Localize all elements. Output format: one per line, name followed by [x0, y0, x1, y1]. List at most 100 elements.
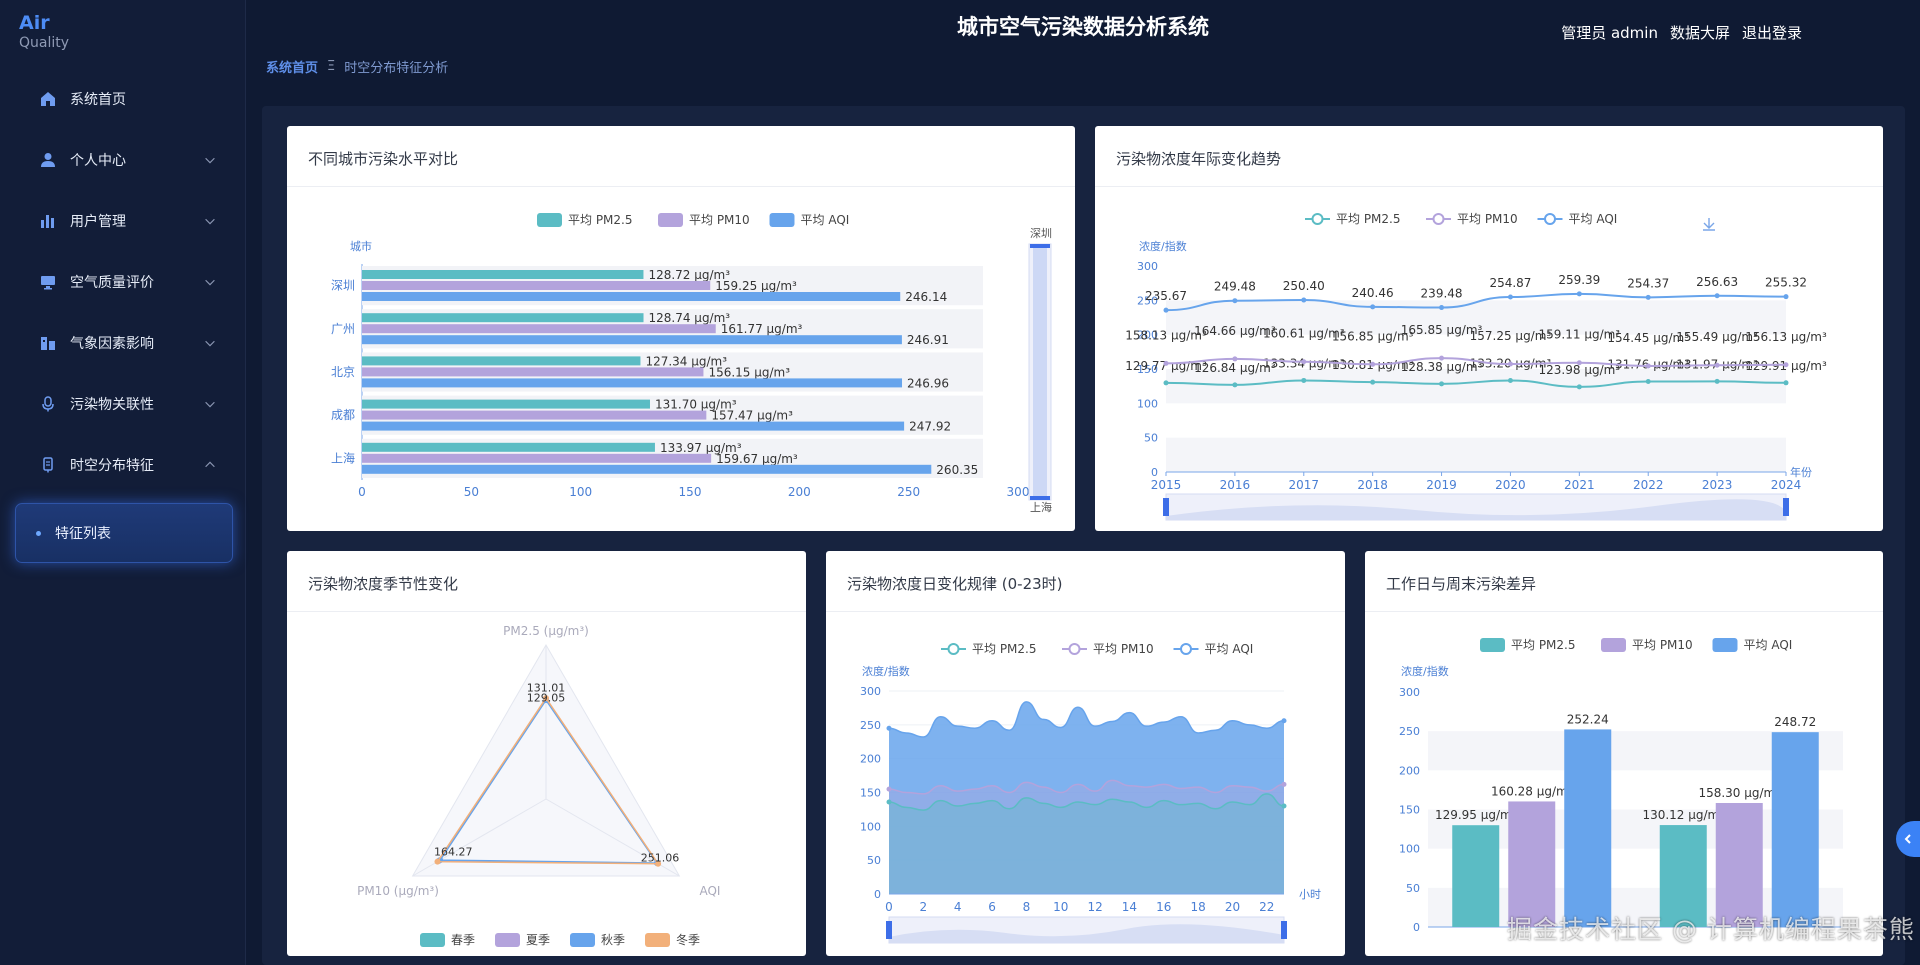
card-city-comparison: 不同城市污染水平对比 平均 PM2.5 平均 PM10 平均 AQI 城市 0 50 100…	[287, 126, 1075, 531]
radar-indicator: PM10 (μg/m³)	[357, 884, 439, 898]
bar-2	[362, 464, 932, 474]
bar-label: 129.95 μg/m³	[1435, 808, 1517, 822]
y-axis-name: 浓度/指数	[1139, 239, 1187, 253]
dashboard-link[interactable]: 数据大屏	[1670, 22, 1730, 43]
legend-label: 平均 AQI	[1569, 212, 1618, 226]
card-yearly-trend: 污染物浓度年际变化趋势 平均 PM2.5 平均 PM10 平均 AQI 浓度/指数 0 5…	[1095, 126, 1883, 531]
building-icon	[39, 334, 57, 352]
x-tick-label: 2020	[1495, 478, 1526, 492]
watermark: 掘金技术社区 @ 计算机编程果茶熊	[1507, 915, 1915, 944]
sidebar-item-0[interactable]: 系统首页	[0, 68, 246, 129]
legend-swatch	[658, 213, 683, 227]
radar-point	[434, 858, 441, 865]
data-point-0	[1232, 382, 1238, 388]
bar-label: 246.91	[907, 333, 949, 347]
sidebar-item-6[interactable]: 时空分布特征	[0, 434, 246, 495]
data-point-0	[1370, 379, 1376, 385]
card-hourly: 污染物浓度日变化规律 (0-23时) 平均 PM2.5 平均 PM10 平均 AQI…	[826, 551, 1345, 956]
data-point-0	[1714, 378, 1720, 384]
legend-label: 平均 AQI	[1744, 638, 1793, 652]
y-tick-label: 50	[1406, 882, 1420, 895]
bar-0	[1452, 825, 1500, 927]
legend-swatch	[1712, 638, 1738, 652]
breadcrumb-separator: Ξ	[327, 59, 336, 74]
bar-label: 260.35	[936, 463, 978, 477]
sidebar-item-label: 污染物关联性	[70, 396, 154, 413]
bar-label: 252.24	[1567, 712, 1609, 726]
data-point-0	[1301, 377, 1307, 383]
sidebar-item-label: 个人中心	[70, 152, 126, 169]
bar-label: 248.72	[1774, 715, 1816, 729]
y-tick-label: 300	[860, 685, 881, 698]
submenu-label: 特征列表	[55, 526, 111, 542]
x-tick-label: 14	[1122, 900, 1137, 914]
sidebar-menu: 系统首页个人中心用户管理空气质量评价气象因素影响污染物关联性时空分布特征	[0, 68, 246, 495]
bar-label: 160.28 μg/m³	[1491, 784, 1573, 798]
bar-chart-icon	[39, 212, 57, 230]
legend-label: 平均 PM10	[689, 213, 750, 227]
data-label-2: 255.32	[1765, 276, 1807, 290]
header: 城市空气污染数据分析系统 管理员 admin 数据大屏 退出登录	[246, 0, 1920, 50]
sidebar-item-4[interactable]: 气象因素影响	[0, 312, 246, 373]
sidebar-item-2[interactable]: 用户管理	[0, 190, 246, 251]
legend-label: 平均 PM2.5	[568, 213, 633, 227]
app-logo[interactable]: Air Quality	[19, 12, 69, 51]
area-end-point	[1281, 718, 1287, 724]
x-tick-label: 200	[788, 485, 811, 499]
logo-air: Air	[19, 12, 50, 34]
yearly-line-chart: 平均 PM2.5 平均 PM10 平均 AQI浓度/指数05010015020025…	[1125, 212, 1827, 521]
card-weekday: 工作日与周末污染差异 平均 PM2.5 平均 PM10 平均 AQI 浓度/指数 0 50…	[1365, 551, 1883, 956]
zoom-fill	[1033, 244, 1047, 500]
data-point-2	[1645, 294, 1651, 300]
bar-0	[362, 313, 644, 323]
legend-swatch	[570, 933, 595, 947]
x-tick-label: 2022	[1633, 478, 1664, 492]
header-links: 管理员 admin 数据大屏 退出登录	[1561, 22, 1802, 43]
legend-label: 冬季	[676, 932, 700, 947]
area-end-point	[1281, 781, 1287, 787]
legend-label: 平均 PM10	[1632, 638, 1693, 652]
bar-1	[362, 324, 716, 334]
sidebar-item-3[interactable]: 空气质量评价	[0, 251, 246, 312]
y-tick-label: 150	[860, 787, 881, 800]
sidebar-subitem-feature-list[interactable]: 特征列表	[15, 503, 233, 563]
bar-1	[1508, 801, 1556, 927]
x-tick-label: 2015	[1151, 478, 1182, 492]
x-tick-label: 4	[954, 900, 962, 914]
x-tick-label: 150	[679, 485, 702, 499]
legend-label: 平均 PM2.5	[972, 642, 1037, 656]
data-point-2	[1439, 305, 1445, 311]
zoom-label-start: 深圳	[1030, 227, 1052, 240]
legend-label: 春季	[451, 933, 475, 947]
device-icon	[39, 456, 57, 474]
bar-1	[1715, 802, 1763, 927]
legend-swatch	[1480, 638, 1505, 652]
bar-label: 159.67 μg/m³	[716, 452, 798, 466]
y-tick-label: 300	[1137, 260, 1158, 273]
bar-label: 158.30 μg/m³	[1698, 786, 1780, 800]
data-point-2	[1232, 298, 1238, 304]
sidebar-item-label: 空气质量评价	[70, 274, 154, 291]
bar-0	[362, 399, 650, 409]
bar-2	[362, 292, 901, 301]
data-point-0	[1645, 379, 1651, 385]
breadcrumb: 系统首页 Ξ 时空分布特征分析	[266, 57, 448, 76]
data-label-2: 235.67	[1145, 289, 1187, 303]
chevron-down-icon	[202, 152, 218, 168]
bar-2	[362, 335, 902, 345]
area-start-point	[886, 725, 892, 731]
home-icon	[39, 90, 57, 108]
sidebar-item-5[interactable]: 污染物关联性	[0, 373, 246, 434]
bar-1	[362, 410, 707, 420]
breadcrumb-home[interactable]: 系统首页	[266, 57, 318, 76]
x-tick-label: 2023	[1702, 478, 1733, 492]
breadcrumb-current: 时空分布特征分析	[344, 61, 449, 76]
sidebar-item-1[interactable]: 个人中心	[0, 129, 246, 190]
y-tick-label: 深圳	[331, 279, 355, 293]
data-point-0	[1507, 378, 1513, 384]
sidebar-item-label: 系统首页	[70, 91, 126, 108]
logout-link[interactable]: 退出登录	[1742, 22, 1802, 43]
admin-link[interactable]: 管理员 admin	[1561, 22, 1658, 43]
data-point-1	[1645, 363, 1651, 369]
x-tick-label: 50	[464, 485, 479, 499]
